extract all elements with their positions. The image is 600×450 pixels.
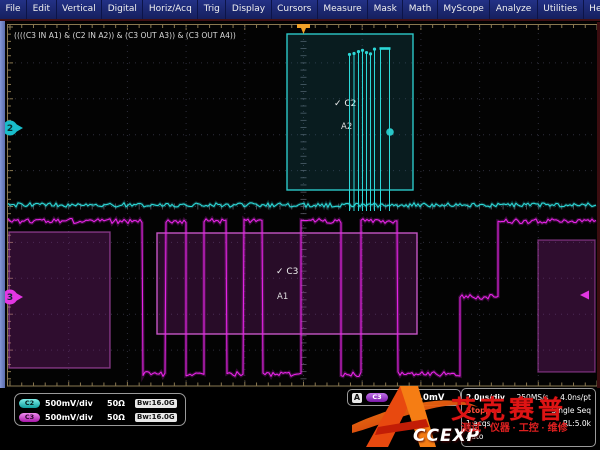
menu-bar: File Edit Vertical Digital Horiz/Acq Tri… [0,0,600,21]
menu-cursors[interactable]: Cursors [272,0,318,19]
menu-utilities[interactable]: Utilities [538,0,584,19]
channel-3-badge[interactable]: C3 [19,413,40,422]
menu-vertical[interactable]: Vertical [57,0,103,19]
channel-marker-arrow-ch2 [16,124,23,132]
waveform-canvas: ✓ C2 A2 ✓ C3 A1 2 3 ((((C3 IN A1) & (C2 IN A2)… [0,22,600,388]
channel-marker-label-ch3: 3 [7,293,13,303]
resolution-value: 4.0ns/pt [560,393,591,402]
c2-pulse-top [352,52,355,55]
menu-analyze[interactable]: Analyze [490,0,537,19]
record-length: RL:5.0k [563,419,591,428]
menu-edit[interactable]: Edit [27,0,56,19]
menu-file[interactable]: File [0,0,27,19]
scope-display: ✓ C2 A2 ✓ C3 A1 2 3 ((((C3 IN A1) & (C2 IN A2)… [0,22,600,388]
status-row: Stopped Single Seq [466,404,591,417]
window-left-edge [0,21,5,421]
acquisition-readout-box[interactable]: 2.0μs/div 250MS/s 4.0ns/pt Stopped Singl… [461,388,596,447]
menu-math[interactable]: Math [403,0,438,19]
visual-trigger-formula: ((((C3 IN A1) & (C2 IN A2)) & (C3 OUT A3… [14,31,236,40]
trigger-mode: Auto [466,432,483,441]
acq-count-row: 1 acqs RL:5.0k [466,417,591,430]
trig-mode-row: Auto [466,430,591,443]
c2-pulse-top [348,53,351,56]
c2-pulse-top [361,49,364,52]
channel-2-readout: C2 500mV/div 50Ω Bw:16.0G [19,396,181,410]
menu-display[interactable]: Display [226,0,271,19]
trigger-readout-box[interactable]: A C3 30.0mV [347,389,461,406]
channel-2-bandwidth: Bw:16.0G [135,399,177,408]
rising-edge-icon [393,392,404,404]
channel-readout-box[interactable]: C2 500mV/div 50Ω Bw:16.0G C3 500mV/div 5… [14,393,186,426]
zone-name-label: A2 [341,122,352,132]
zone-check-label: ✓ C3 [276,267,298,277]
readout-panel: C2 500mV/div 50Ω Bw:16.0G C3 500mV/div 5… [0,388,600,450]
zone-name-label: A1 [277,292,288,302]
trigger-level-value: 30.0mV [408,393,444,403]
channel-marker-label-ch2: 2 [7,124,13,134]
acq-count: 1 acqs [466,419,491,428]
menu-myscope[interactable]: MyScope [438,0,491,19]
menu-horiz-acq[interactable]: Horiz/Acq [143,0,198,19]
c2-pulse-top [357,50,360,53]
c2-blob [386,128,394,136]
menu-digital[interactable]: Digital [102,0,143,19]
channel-2-impedance: 50Ω [107,399,135,408]
zone-zone-right[interactable] [538,240,595,372]
run-status: Stopped [466,406,501,415]
menu-trig[interactable]: Trig [198,0,226,19]
channel-2-scale: 500mV/div [45,399,107,408]
c2-pulse-top [373,48,376,51]
channel-3-impedance: 50Ω [107,413,135,422]
acquisition-mode: Single Seq [551,406,591,415]
channel-3-readout: C3 500mV/div 50Ω Bw:16.0G [19,410,181,424]
zone-check-label: ✓ C2 [334,99,356,109]
timebase-row: 2.0μs/div 250MS/s 4.0ns/pt [466,391,591,404]
zone-zone-left[interactable] [9,232,110,368]
c2-pulse-top [369,52,372,55]
menu-mask[interactable]: Mask [368,0,403,19]
zone-A1[interactable] [157,233,417,334]
channel-3-bandwidth: Bw:16.0G [135,413,177,422]
trigger-source-badge: C3 [366,393,388,402]
channel-2-badge[interactable]: C2 [19,399,40,408]
trigger-system-label: A [352,393,362,403]
channel-3-scale: 500mV/div [45,413,107,422]
menu-measure[interactable]: Measure [318,0,368,19]
sample-rate-value: 250MS/s [517,393,549,402]
c2-pulse-top [365,51,368,54]
timebase-value: 2.0μs/div [466,393,505,402]
trigger-position-marker[interactable] [297,24,310,34]
menu-help[interactable]: Help [584,0,600,19]
